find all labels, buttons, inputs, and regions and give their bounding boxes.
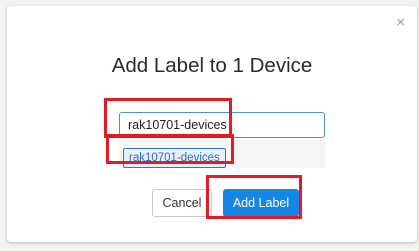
highlight-box-option (106, 134, 234, 164)
cancel-button[interactable]: Cancel (152, 189, 212, 217)
close-icon[interactable]: × (396, 15, 405, 30)
highlight-box-add-button (206, 175, 302, 219)
highlight-box-input (104, 98, 232, 138)
dialog-title: Add Label to 1 Device (111, 54, 313, 77)
